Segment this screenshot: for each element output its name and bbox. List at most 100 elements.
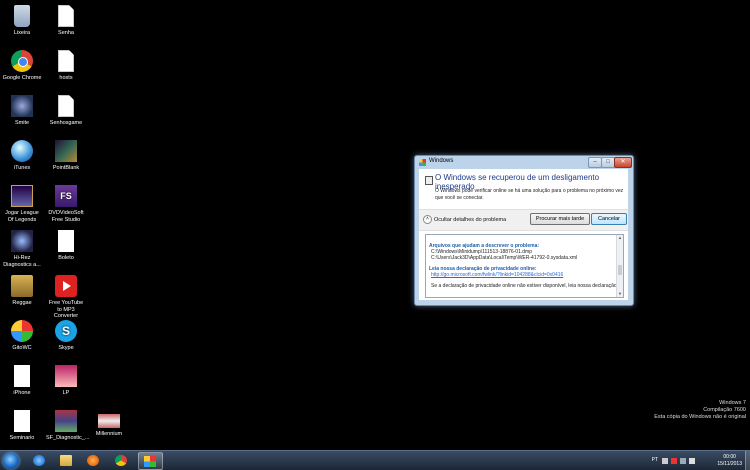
dialog-button-row: ˄ Ocultar detalhes do problema Procurar m… <box>419 209 628 231</box>
desktop-icon-label: Smite <box>14 120 30 126</box>
desktop-icon-label: hosts <box>59 75 73 81</box>
gitowc-icon <box>11 320 33 342</box>
desktop-icon-label: Jogar League Of Legends <box>5 210 39 223</box>
desktop-icon-label: Google Chrome <box>2 75 42 81</box>
action-center-icon[interactable] <box>671 458 677 464</box>
desktop-icon-label: Boleto <box>58 255 74 261</box>
start-button[interactable] <box>3 453 19 469</box>
desktop-icon-label: iPhone <box>13 390 31 396</box>
desktop-icon-label: DVDVideoSoft Free Studio <box>48 210 84 223</box>
pointblank-icon <box>55 140 77 162</box>
watermark-notice: Esta cópia do Windows não é original <box>654 414 746 420</box>
problem-details-box[interactable]: Arquivos que ajudam a descrever o proble… <box>425 234 624 298</box>
desktop-icon-label: GitoWC <box>12 345 32 351</box>
folder-icon <box>60 455 72 466</box>
desktop-icon-smite[interactable]: Smite <box>2 95 42 127</box>
desktop-icon-seminario[interactable]: Seminario <box>2 410 42 442</box>
millennium-icon <box>98 414 120 428</box>
chrome-icon <box>11 50 33 72</box>
desktop-icon-league-of-legends[interactable]: Jogar League Of Legends <box>2 185 42 223</box>
show-desktop-button[interactable] <box>745 451 750 470</box>
desktop-icon-iphone[interactable]: iPhone <box>2 365 42 397</box>
desktop-icon-label: Lixeira <box>13 30 31 36</box>
desktop-icon-label: PointBlank <box>52 165 80 171</box>
taskbar-error-report[interactable] <box>138 452 163 470</box>
network-icon[interactable] <box>680 458 686 464</box>
taskbar-chrome[interactable] <box>110 452 133 468</box>
desktop-icon-label: Hi-Rez Diagnostics a... <box>3 255 41 268</box>
desktop-icon-dvdvideosoft[interactable]: FS DVDVideoSoft Free Studio <box>46 185 86 223</box>
desktop-icon-skype[interactable]: S Skype <box>46 320 86 352</box>
dialog-titlebar[interactable]: Windows – □ ✕ <box>415 156 633 169</box>
clock-date: 15/11/2013 <box>717 460 742 467</box>
scroll-thumb[interactable] <box>618 265 622 275</box>
desktop-icon-itunes[interactable]: iTunes <box>2 140 42 172</box>
desktop-icon-hosts[interactable]: hosts <box>46 50 86 82</box>
desktop-icon-millennium[interactable]: Millennium <box>89 414 129 438</box>
document-icon <box>14 410 30 432</box>
scroll-down-arrow-icon[interactable]: ▼ <box>617 291 623 297</box>
desktop-icon-recycle-bin[interactable]: Lixeira <box>2 5 42 37</box>
desktop-icon-label: Seminario <box>9 435 35 441</box>
minimize-button[interactable]: – <box>588 157 602 168</box>
skype-icon: S <box>55 320 77 342</box>
clock[interactable]: 00:00 15/11/2013 <box>717 454 742 467</box>
desktop-icon-chrome[interactable]: Google Chrome <box>2 50 42 82</box>
league-of-legends-icon <box>11 185 33 207</box>
hirez-icon <box>11 230 33 252</box>
media-player-icon <box>87 455 99 466</box>
scroll-up-arrow-icon[interactable]: ▲ <box>617 235 623 241</box>
maximize-button[interactable]: □ <box>601 157 615 168</box>
desktop-icon-sf-diagnostic[interactable]: SF_Diagnostic_... <box>46 410 90 442</box>
desktop-icon-boleto[interactable]: Boleto <box>46 230 86 262</box>
desktop: Lixeira Google Chrome Smite iTunes Jogar… <box>0 0 750 450</box>
taskbar-explorer[interactable] <box>55 452 78 468</box>
desktop-icon-pointblank[interactable]: PointBlank <box>46 140 86 172</box>
volume-icon[interactable] <box>689 458 695 464</box>
error-report-icon <box>144 456 156 467</box>
taskbar-media-player[interactable] <box>82 452 105 468</box>
desktop-icon-label: SF_Diagnostic_... <box>46 435 90 441</box>
desktop-icon-label: Skype <box>58 345 74 351</box>
desktop-icon-label: Senha <box>58 30 74 36</box>
desktop-icon-reggae[interactable]: Reggae <box>2 275 42 307</box>
details-scrollbar[interactable]: ▲ ▼ <box>616 235 623 297</box>
privacy-note: Se a declaração de privacidade online nã… <box>431 283 617 289</box>
desktop-icon-senhosgame[interactable]: Senhosgame <box>46 95 86 127</box>
smite-icon <box>11 95 33 117</box>
desktop-icon-label: Senhosgame <box>49 120 83 126</box>
show-hidden-icons-icon[interactable] <box>662 458 668 464</box>
dvdvideosoft-icon: FS <box>55 185 77 207</box>
internet-explorer-icon <box>33 455 45 466</box>
desktop-icon-gitowc[interactable]: GitoWC <box>2 320 42 352</box>
close-button[interactable]: ✕ <box>614 157 632 168</box>
text-document-icon <box>58 95 74 117</box>
desktop-icon-lp[interactable]: LP <box>46 365 86 397</box>
check-later-button[interactable]: Procurar mais tarde <box>530 213 590 225</box>
hide-details-toggle[interactable]: ˄ Ocultar detalhes do problema <box>423 215 506 224</box>
monitor-icon <box>425 176 433 185</box>
language-indicator[interactable]: PT <box>652 457 658 463</box>
itunes-icon <box>11 140 33 162</box>
windows-flag-icon <box>419 159 426 166</box>
recovery-dialog: Windows – □ ✕ O Windows se recuperou de … <box>414 155 634 306</box>
dialog-description: O Windows pode verificar online se há um… <box>435 188 624 201</box>
windows-watermark: Windows 7 Compilação 7600 Esta cópia do … <box>654 400 746 421</box>
taskbar: PT 00:00 15/11/2013 <box>0 450 750 470</box>
desktop-icon-label: Millennium <box>95 431 123 437</box>
document-icon <box>14 365 30 387</box>
desktop-icon-hirez[interactable]: Hi-Rez Diagnostics a... <box>2 230 42 268</box>
dialog-client-area: O Windows se recuperou de um desligament… <box>419 169 628 300</box>
taskbar-internet-explorer[interactable] <box>28 452 51 468</box>
cancel-button[interactable]: Cancelar <box>591 213 627 225</box>
desktop-icon-senha[interactable]: Senha <box>46 5 86 37</box>
desktop-icon-label: Free YouTube to MP3 Converter <box>48 300 84 319</box>
youtube-mp3-icon <box>55 275 77 297</box>
desktop-icon-label: LP <box>62 390 70 396</box>
desktop-icon-youtube-mp3[interactable]: Free YouTube to MP3 Converter <box>46 275 86 320</box>
text-document-icon <box>58 5 74 27</box>
recycle-bin-icon <box>14 5 30 27</box>
diagnostic-icon <box>55 410 77 432</box>
desktop-icon-label: Reggae <box>12 300 32 306</box>
watermark-build: Compilação 7600 <box>703 407 746 413</box>
